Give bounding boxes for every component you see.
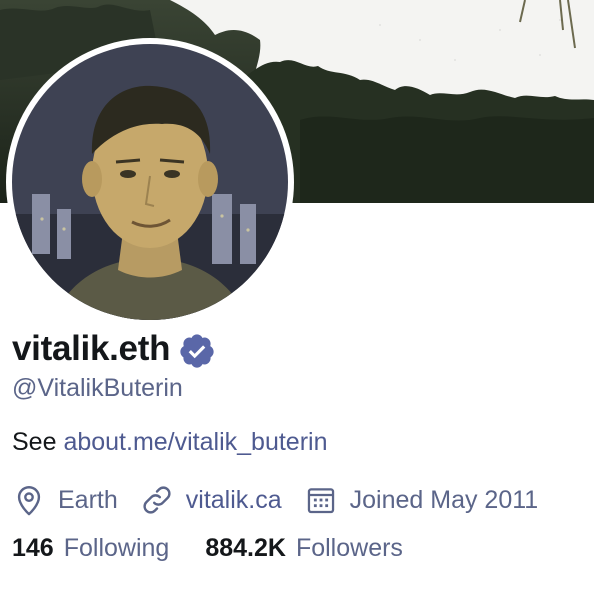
following-count: 146 — [12, 534, 54, 562]
avatar-image — [12, 44, 288, 320]
website-link[interactable]: vitalik.ca — [186, 486, 282, 515]
following-label: Following — [63, 534, 170, 562]
verified-badge-icon — [178, 332, 216, 370]
avatar-frame[interactable] — [6, 38, 294, 326]
profile-stats: 146 Following 884.2K Followers — [12, 534, 403, 563]
calendar-icon — [304, 483, 338, 517]
name-row: vitalik.eth — [12, 323, 216, 375]
profile-bio: See about.me/vitalik_buterin — [12, 428, 327, 457]
display-name: vitalik.eth — [12, 329, 171, 368]
followers-stat[interactable]: 884.2K Followers — [205, 534, 403, 563]
joined-text: Joined May 2011 — [349, 485, 539, 514]
avatar — [12, 44, 288, 320]
profile-meta: Earth vitalik.ca Joined May 2011 — [12, 478, 538, 522]
following-stat[interactable]: 146 Following — [12, 534, 169, 563]
profile-handle: @VitalikButerin — [12, 374, 183, 402]
bio-link[interactable]: about.me/vitalik_buterin — [63, 428, 327, 456]
location-pin-icon — [12, 483, 46, 517]
meta-location: Earth — [12, 483, 118, 517]
link-icon — [140, 483, 174, 517]
meta-website: vitalik.ca — [140, 483, 282, 517]
meta-joined: Joined May 2011 — [304, 483, 539, 517]
bio-prefix: See — [12, 428, 64, 456]
followers-label: Followers — [295, 534, 403, 562]
followers-count: 884.2K — [205, 534, 286, 562]
location-text: Earth — [58, 485, 118, 514]
